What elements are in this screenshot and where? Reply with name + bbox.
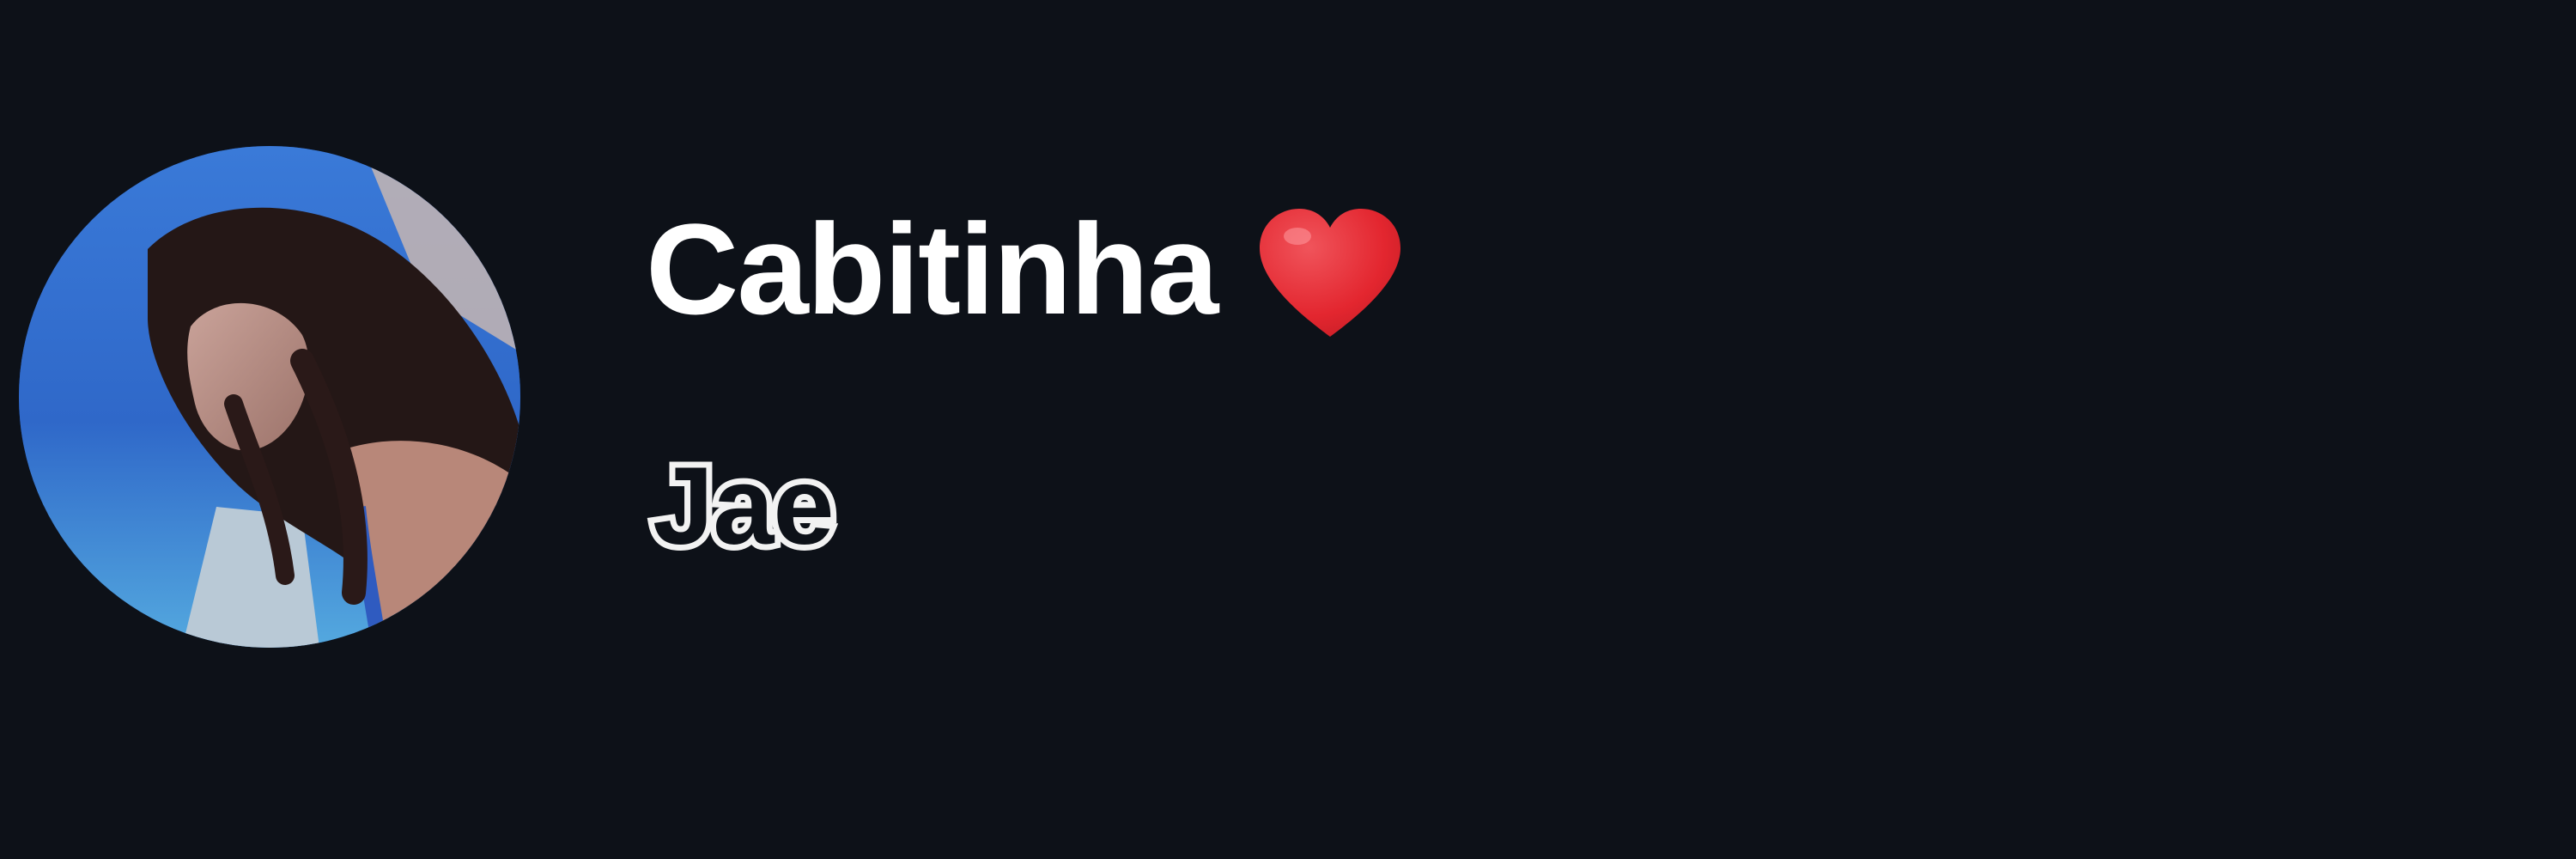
heart-icon (1253, 204, 1407, 341)
display-name-text: Cabitinha (646, 197, 1218, 341)
display-name: Cabitinha (646, 196, 1407, 342)
sub-name: Jae (647, 441, 841, 573)
avatar[interactable] (19, 146, 520, 648)
profile-header: Cabitinha Jae (0, 0, 2576, 859)
